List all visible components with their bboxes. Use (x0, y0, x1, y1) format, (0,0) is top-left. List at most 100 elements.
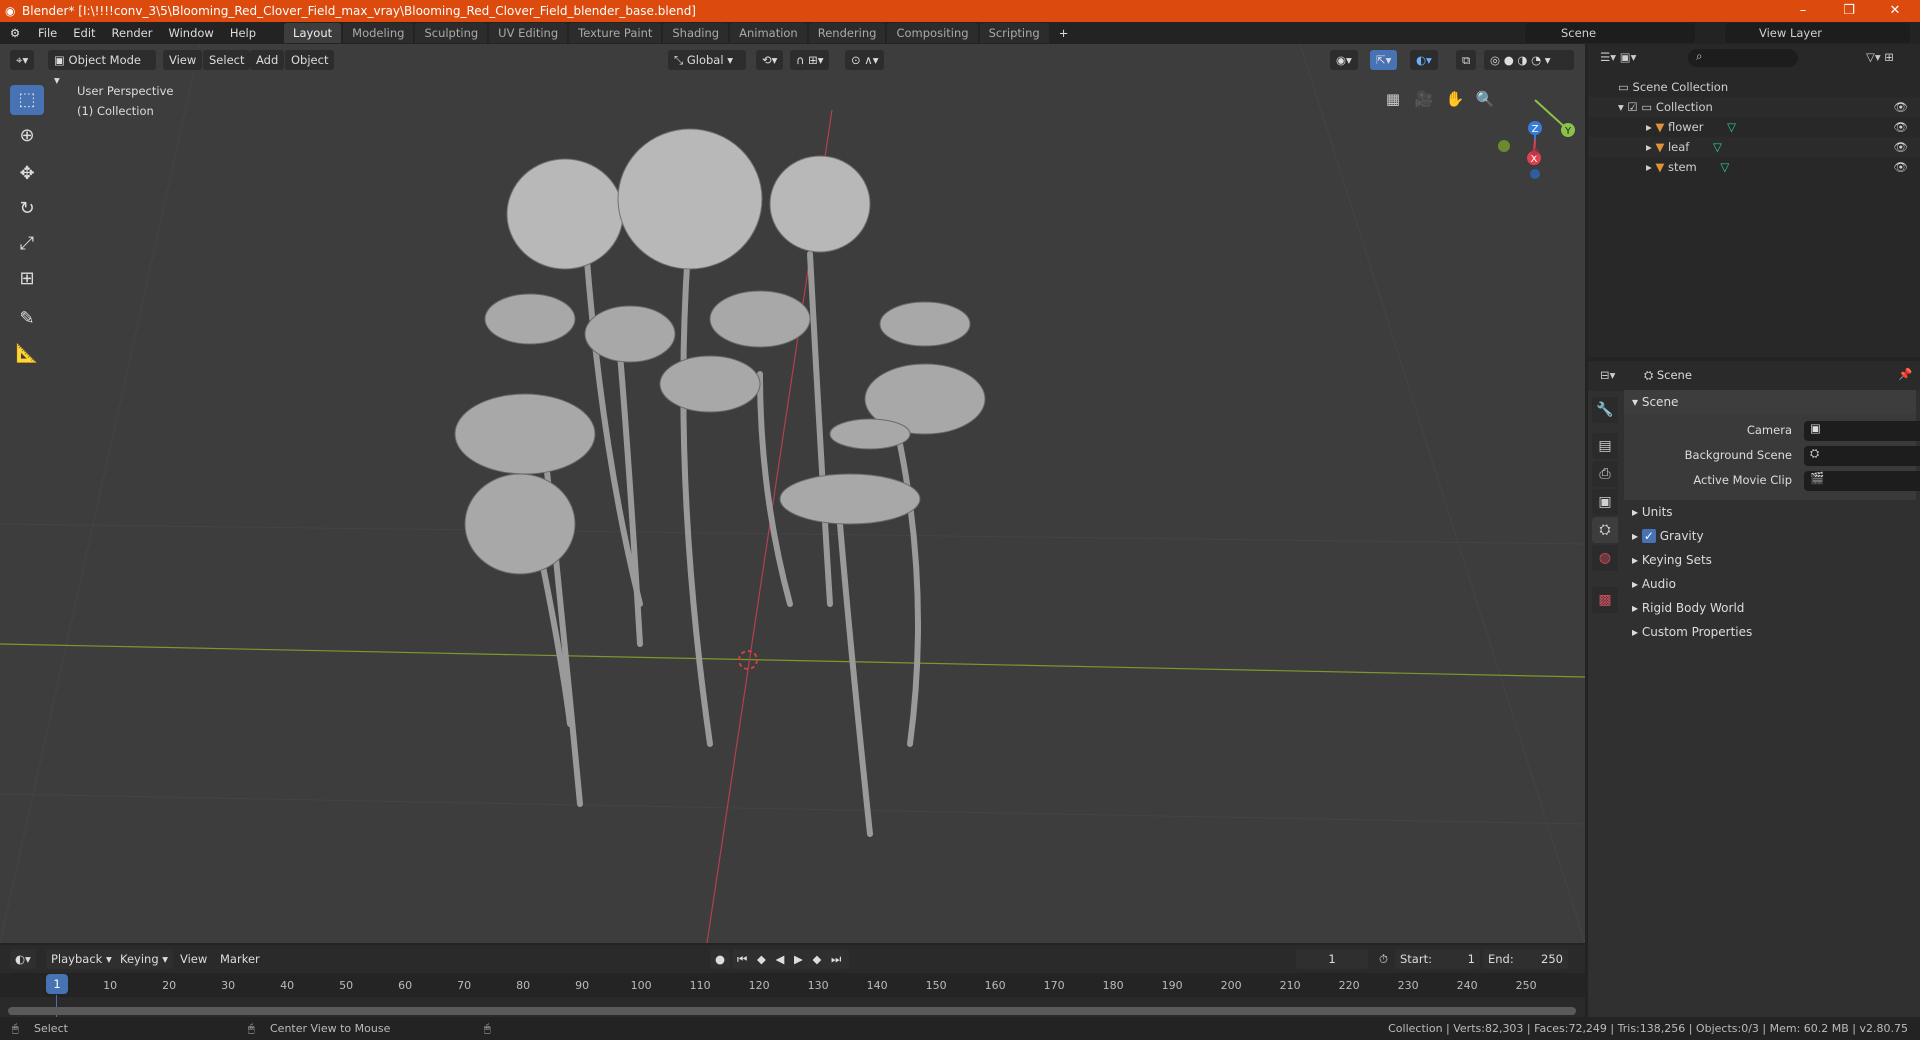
camera-view-icon[interactable]: 🎥 (1411, 86, 1437, 112)
close-button[interactable]: ✕ (1872, 0, 1918, 22)
mode-dropdown[interactable]: ▣ Object Mode ▾ (48, 50, 156, 87)
eye-icon[interactable]: 👁 (1893, 137, 1908, 157)
tab-uv-editing[interactable]: UV Editing (489, 23, 568, 43)
start-frame-field[interactable]: Start: 1 (1395, 949, 1480, 969)
menu-marker[interactable]: Marker (215, 949, 265, 969)
menu-view[interactable]: View (163, 50, 203, 70)
y-axis-line (0, 643, 1585, 678)
tab-rendering[interactable]: Rendering (808, 23, 886, 43)
properties-editor-type-icon[interactable]: ⊟▾ (1600, 368, 1615, 382)
pin-icon[interactable]: 📌 (1898, 367, 1912, 381)
menu-window[interactable]: Window (160, 26, 221, 40)
menu-edit[interactable]: Edit (65, 26, 103, 40)
gizmo-toggle-icon[interactable]: ⇱▾ (1370, 50, 1398, 70)
audio-panel[interactable]: ▸ Audio (1624, 572, 1916, 596)
gravity-panel[interactable]: ▸ ✓ Gravity (1624, 524, 1916, 548)
snap-icon[interactable]: ∩ ⊞▾ (790, 50, 830, 70)
scale-tool-icon[interactable]: ⤢ (10, 229, 44, 259)
view-layer-selector[interactable]: View Layer (1725, 23, 1910, 43)
move-tool-icon[interactable]: ✥ (10, 159, 44, 189)
scene-selector[interactable]: Scene (1525, 23, 1695, 43)
tab-layout[interactable]: Layout (284, 23, 342, 43)
eye-icon[interactable]: 👁 (1893, 157, 1908, 177)
3d-viewport[interactable]: ⌖▾ ▣ Object Mode ▾ View Select Add Objec… (0, 44, 1585, 943)
frame-tick-label: 240 (1456, 979, 1478, 992)
scene-section-header[interactable]: ▾ Scene (1624, 390, 1916, 414)
custom-properties-panel[interactable]: ▸ Custom Properties (1624, 620, 1916, 644)
maximize-button[interactable]: ❐ (1826, 0, 1872, 22)
tab-modeling[interactable]: Modeling (343, 23, 414, 43)
end-frame-field[interactable]: End: 250 (1483, 949, 1568, 969)
outliner-search-input[interactable]: ⌕ (1688, 49, 1798, 67)
timeline-scrollbar[interactable] (8, 1007, 1576, 1015)
transform-tool-icon[interactable]: ⊞ (10, 264, 44, 294)
menu-object[interactable]: Object (285, 50, 335, 70)
active-movie-clip-field[interactable]: 🎬 (1804, 471, 1920, 491)
current-frame-field[interactable]: 1 (1296, 949, 1368, 969)
tab-shading[interactable]: Shading (663, 23, 729, 43)
menu-select[interactable]: Select (203, 50, 251, 70)
outliner-display-mode-icon[interactable]: ☰▾ ▣▾ (1600, 50, 1636, 64)
overlays-icon[interactable]: ◐▾ (1410, 50, 1438, 70)
add-workspace-button[interactable]: + (1051, 26, 1077, 40)
pan-hand-icon[interactable]: ✋ (1442, 86, 1468, 112)
eye-icon[interactable]: 👁 (1893, 97, 1908, 117)
playhead[interactable]: 1 (46, 974, 68, 994)
outliner-row-collection[interactable]: ▾ ☑ ▭ Collection 👁 (1588, 97, 1920, 117)
menu-render[interactable]: Render (104, 26, 161, 40)
rigid-body-world-panel[interactable]: ▸ Rigid Body World (1624, 596, 1916, 620)
editor-type-button[interactable]: ⌖▾ (10, 50, 35, 70)
record-button[interactable]: ● (710, 949, 731, 969)
menu-help[interactable]: Help (222, 26, 264, 40)
shading-modes[interactable]: ◎ ● ◑ ◔ ▾ (1484, 50, 1574, 70)
toggle-camera-grid-icon[interactable]: ▦ (1380, 86, 1406, 112)
measure-tool-icon[interactable]: 📐 (10, 339, 44, 369)
annotate-tool-icon[interactable]: ✎ (10, 304, 44, 334)
outliner-row-leaf[interactable]: ▸ ▼ leaf ▽ 👁 (1588, 137, 1920, 157)
filter-icon[interactable]: ▽▾ ⊞ (1866, 50, 1894, 64)
view-layer-tab-icon[interactable]: ▣ (1592, 489, 1618, 515)
units-panel[interactable]: ▸ Units (1624, 500, 1916, 524)
transform-orientation-dropdown[interactable]: ⤡ Global ▾ (668, 50, 746, 70)
menu-keying[interactable]: Keying ▾ (115, 949, 174, 969)
texture-tab-icon[interactable]: ▩ (1592, 587, 1618, 613)
menu-view[interactable]: View (175, 949, 212, 969)
timeline-editor-type-icon[interactable]: ◐▾ (10, 949, 36, 969)
frame-tick-label: 220 (1338, 979, 1360, 992)
visibility-icon[interactable]: ◉▾ (1330, 50, 1358, 70)
mesh-object-icon: ▼ (1655, 140, 1665, 154)
playback-controls[interactable]: ⏮ ◆ ◀ ▶ ◆ ⏭ (732, 949, 850, 969)
tab-animation[interactable]: Animation (730, 23, 807, 43)
proportional-edit-icon[interactable]: ⊙ ∧▾ (845, 50, 885, 70)
outliner-row-flower[interactable]: ▸ ▼ flower ▽ 👁 (1588, 117, 1920, 137)
background-scene-label: Background Scene (1684, 448, 1792, 462)
select-box-tool-icon[interactable]: ⬚ (10, 85, 44, 115)
rotate-tool-icon[interactable]: ↻ (10, 194, 44, 224)
blender-menu-icon[interactable]: ⚙ (0, 26, 30, 40)
navigation-gizmo[interactable]: Z Y X (1490, 88, 1580, 208)
scene-tab-icon[interactable]: ⛭ (1592, 517, 1618, 543)
tab-scripting[interactable]: Scripting (979, 23, 1049, 43)
menu-file[interactable]: File (30, 26, 65, 40)
keying-sets-panel[interactable]: ▸ Keying Sets (1624, 548, 1916, 572)
pivot-point-icon[interactable]: ⟲▾ (756, 50, 784, 70)
panel-label: Custom Properties (1641, 625, 1753, 639)
outliner-row-stem[interactable]: ▸ ▼ stem ▽ 👁 (1588, 157, 1920, 177)
minimize-button[interactable]: – (1780, 0, 1826, 22)
cursor-tool-icon[interactable]: ⊕ (10, 121, 44, 151)
tab-sculpting[interactable]: Sculpting (415, 23, 488, 43)
outliner-row-scene-collection[interactable]: ▭ Scene Collection (1588, 77, 1920, 97)
menu-add[interactable]: Add (250, 50, 285, 70)
background-scene-field[interactable]: ⛭ (1804, 446, 1920, 466)
tool-tab-icon[interactable]: 🔧 (1592, 397, 1618, 423)
camera-field[interactable]: ▣✒ (1804, 421, 1920, 441)
frame-tick-label: 60 (398, 979, 413, 992)
world-tab-icon[interactable]: ◍ (1592, 545, 1618, 571)
gravity-checkbox[interactable]: ✓ (1641, 529, 1656, 543)
mouse-left-icon: 🖱 (12, 1022, 19, 1035)
tab-texture-paint[interactable]: Texture Paint (569, 23, 662, 43)
menu-playback[interactable]: Playback ▾ (46, 949, 117, 969)
eye-icon[interactable]: 👁 (1893, 117, 1908, 137)
tab-compositing[interactable]: Compositing (887, 23, 978, 43)
xray-icon[interactable]: ⧉ (1456, 50, 1477, 70)
